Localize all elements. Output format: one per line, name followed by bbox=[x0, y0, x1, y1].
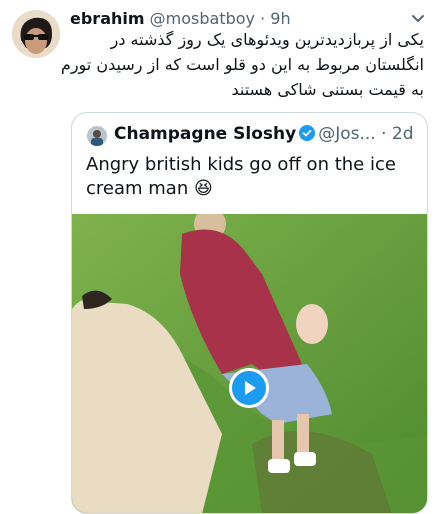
tweet-text-line: انگلستان مربوط به این دو قلو است که از ر… bbox=[60, 55, 424, 74]
tweet-text-line: یکی از پربازدیدترین ویدئوهای یک روز گذشت… bbox=[110, 30, 424, 49]
avatar[interactable] bbox=[12, 10, 60, 58]
quoted-tweet-card[interactable]: Champagne Sloshy @Jos... · 2d Angry briti… bbox=[71, 112, 428, 514]
tweet-text-line: به قیمت بستنی شاکی هستند bbox=[231, 80, 424, 99]
quoted-author-name[interactable]: Champagne Sloshy bbox=[114, 124, 296, 144]
quoted-header: Champagne Sloshy @Jos... · 2d bbox=[114, 124, 414, 144]
chevron-down-icon[interactable] bbox=[408, 8, 428, 28]
tweet-header: ebrahim @mosbatboy · 9h bbox=[70, 9, 291, 29]
quoted-separator: · bbox=[381, 124, 387, 144]
quoted-text: Angry british kids go off on the ice cre… bbox=[86, 154, 396, 199]
quoted-handle[interactable]: @Jos... bbox=[318, 124, 375, 144]
timestamp[interactable]: 9h bbox=[270, 9, 290, 28]
video-thumbnail[interactable] bbox=[72, 214, 427, 513]
author-name[interactable]: ebrahim bbox=[70, 9, 145, 28]
verified-badge-icon bbox=[299, 125, 316, 141]
separator-dot: · bbox=[260, 9, 266, 28]
author-handle[interactable]: @mosbatboy bbox=[150, 9, 255, 28]
play-icon[interactable] bbox=[229, 368, 269, 408]
quoted-timestamp[interactable]: 2d bbox=[392, 124, 414, 144]
quoted-avatar[interactable] bbox=[87, 126, 107, 146]
